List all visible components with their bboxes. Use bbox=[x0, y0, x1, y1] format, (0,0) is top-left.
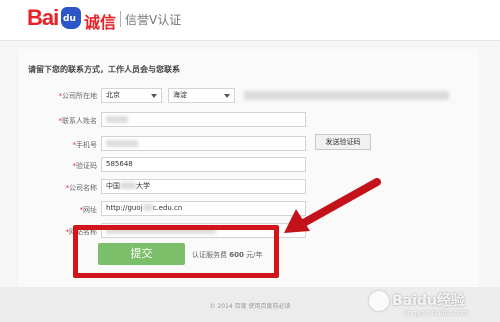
watermark-url: jingyan.baidu.com bbox=[404, 309, 469, 317]
watermark-brand: Baidu经验 bbox=[392, 293, 465, 309]
annotation-arrow-icon bbox=[284, 178, 381, 233]
arrow-shaft bbox=[296, 178, 381, 229]
baidu-paw-icon bbox=[369, 291, 389, 311]
